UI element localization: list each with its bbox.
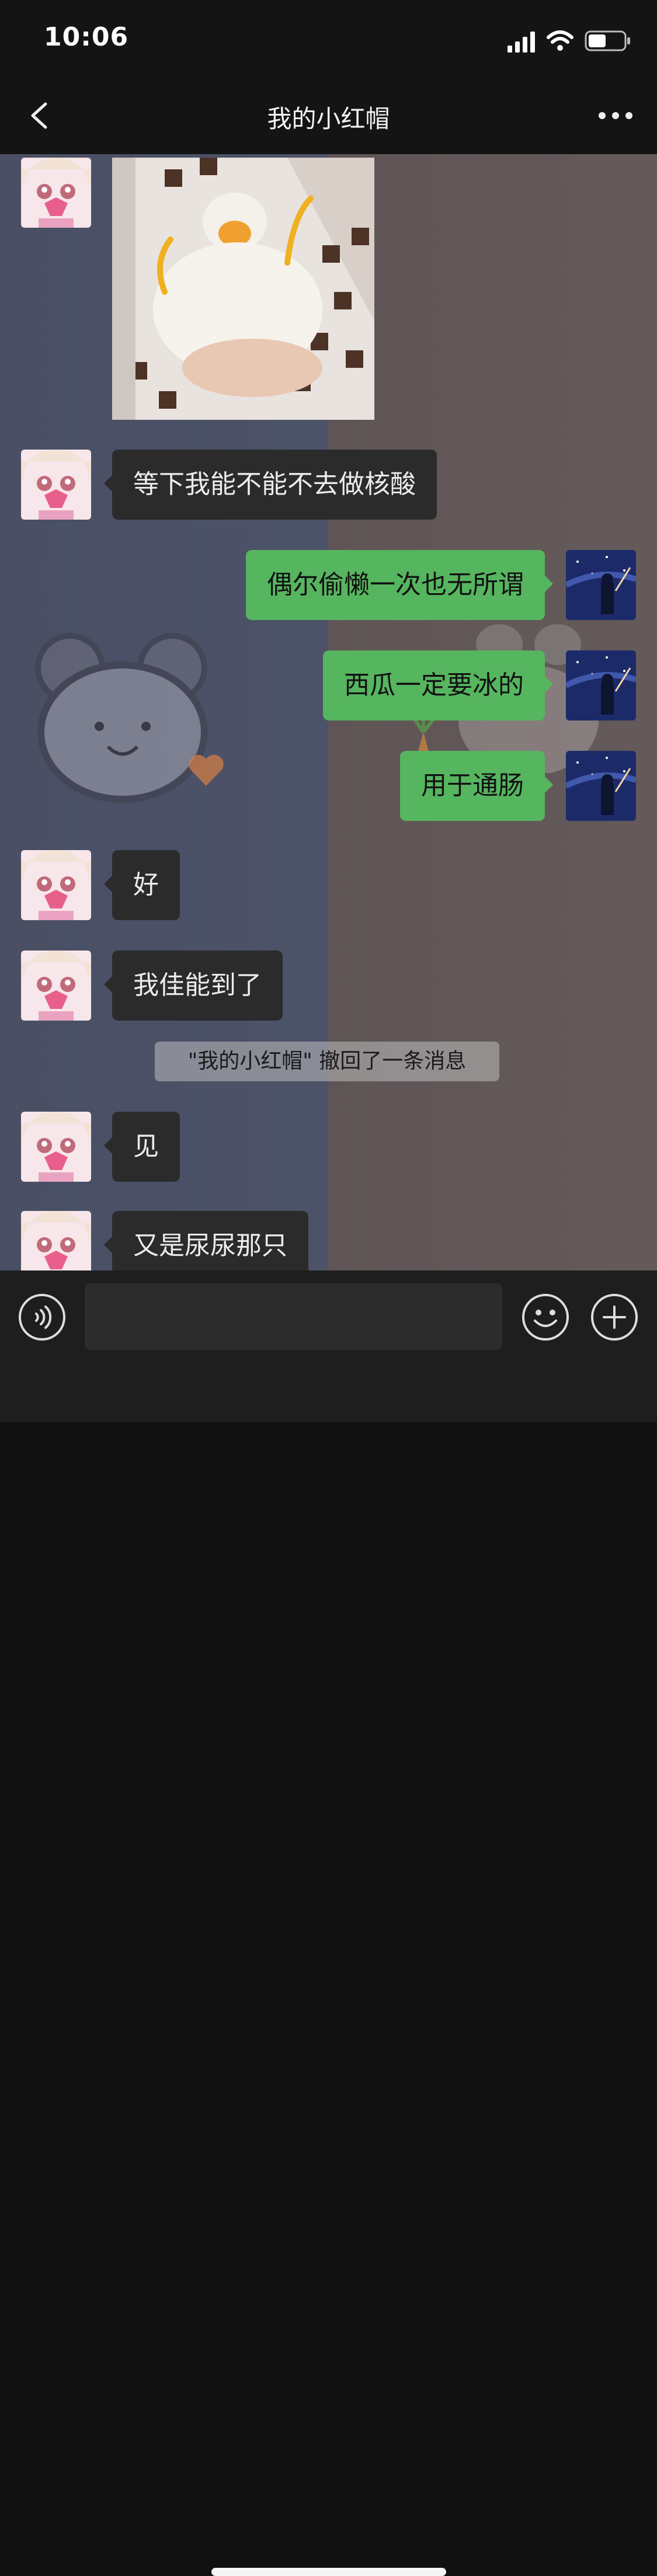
- contact-avatar[interactable]: [21, 1211, 91, 1270]
- user-avatar[interactable]: [566, 650, 636, 720]
- message-bubble-incoming[interactable]: 好: [104, 850, 180, 920]
- message-bubble-outgoing[interactable]: 西瓜一定要冰的: [323, 650, 553, 720]
- more-dots-icon[interactable]: [595, 96, 636, 135]
- input-bar: [0, 1270, 657, 2576]
- message-bubble-incoming[interactable]: 见: [104, 1112, 180, 1182]
- contact-avatar[interactable]: [21, 158, 91, 228]
- image-message[interactable]: [112, 158, 374, 420]
- contact-avatar[interactable]: [21, 951, 91, 1021]
- user-avatar[interactable]: [566, 751, 636, 821]
- nav-bar: 我的小红帽: [0, 77, 657, 154]
- message-bubble-outgoing[interactable]: 用于通肠: [400, 751, 553, 821]
- chat-area[interactable]: 等下我能不能不去做核酸 偶尔偷懒一次也无所谓 西瓜一定要冰的 用于通肠 好 我佳…: [0, 154, 657, 1270]
- contact-avatar[interactable]: [21, 450, 91, 520]
- contact-avatar[interactable]: [21, 850, 91, 920]
- message-input[interactable]: [85, 1283, 502, 1350]
- signal-wifi-battery-icon: [507, 30, 630, 53]
- home-indicator[interactable]: [211, 2568, 446, 2576]
- message-bubble-incoming[interactable]: 我佳能到了: [104, 951, 283, 1021]
- status-icons: [507, 29, 636, 53]
- contact-avatar[interactable]: [21, 1112, 91, 1182]
- status-bar: 10:06: [0, 0, 657, 77]
- message-bubble-incoming[interactable]: 又是尿尿那只: [104, 1211, 308, 1270]
- voice-icon[interactable]: [18, 1293, 67, 1342]
- user-avatar[interactable]: [566, 550, 636, 620]
- plus-icon[interactable]: [590, 1293, 639, 1342]
- message-bubble-outgoing[interactable]: 偶尔偷懒一次也无所谓: [246, 550, 553, 620]
- heart-wallpaper-icon: [189, 754, 224, 786]
- chat-title: 我的小红帽: [267, 105, 390, 133]
- message-bubble-incoming[interactable]: 等下我能不能不去做核酸: [104, 450, 437, 520]
- status-time: 10:06: [44, 22, 129, 52]
- duck-photo: [112, 158, 374, 420]
- battery-fill: [589, 34, 606, 47]
- emoji-icon[interactable]: [521, 1293, 570, 1342]
- recall-notice: "我的小红帽" 撤回了一条消息: [155, 1042, 499, 1081]
